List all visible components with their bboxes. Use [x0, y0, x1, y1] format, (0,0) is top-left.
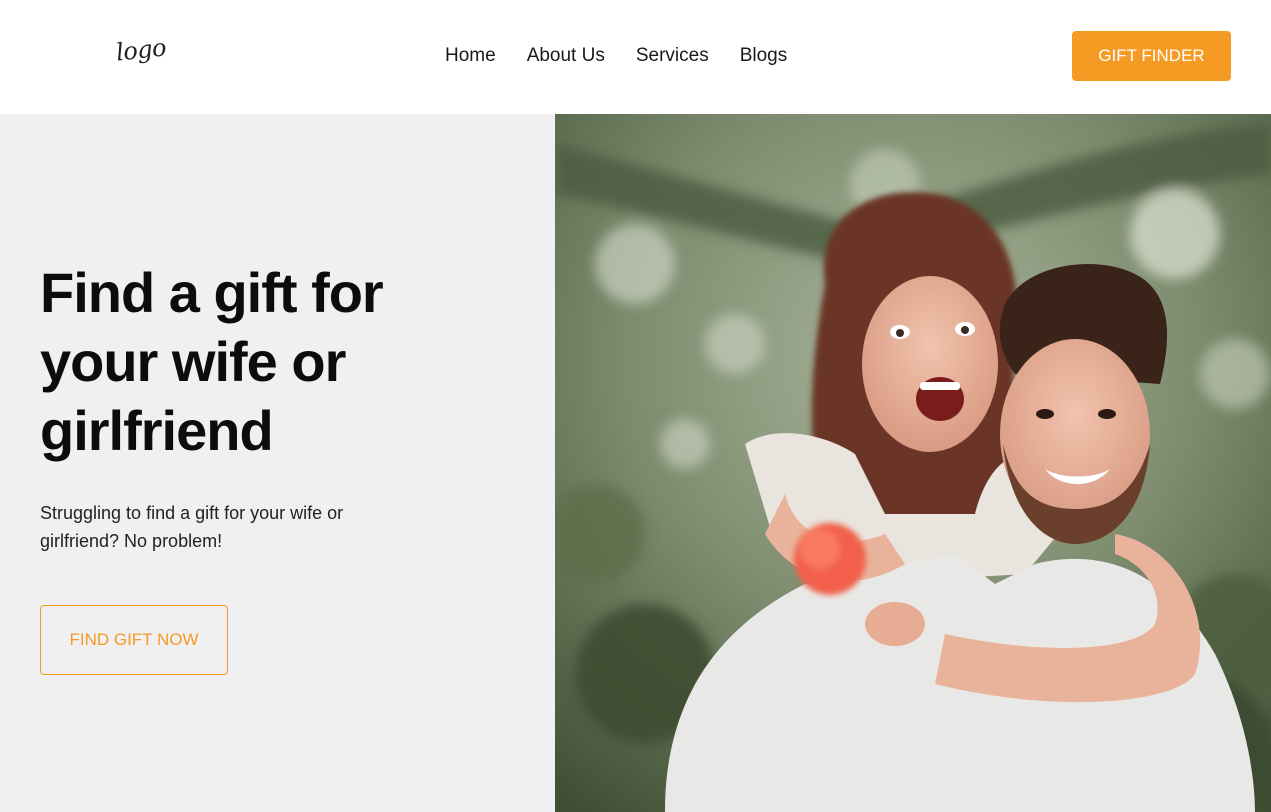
nav-blogs-link[interactable]: Blogs: [740, 44, 788, 68]
find-gift-now-button[interactable]: FIND GIFT NOW: [40, 605, 228, 675]
nav-about-us-link[interactable]: About Us: [527, 44, 605, 68]
site-header: logo Home About Us Services Blogs GIFT F…: [0, 0, 1271, 114]
hero-section: Find a gift for your wife or girlfriend …: [0, 114, 555, 812]
main-nav: Home About Us Services Blogs: [445, 44, 787, 68]
logo[interactable]: logo: [115, 33, 168, 66]
hero-photo-couple: [555, 114, 1271, 812]
hero-title: Find a gift for your wife or girlfriend: [40, 261, 384, 462]
hero-subtitle: Struggling to find a gift for your wife …: [40, 503, 344, 551]
nav-services-link[interactable]: Services: [636, 44, 709, 68]
hero-photo-illustration: [555, 114, 1271, 812]
nav-home-link[interactable]: Home: [445, 44, 496, 68]
gift-finder-button[interactable]: GIFT FINDER: [1072, 31, 1231, 81]
